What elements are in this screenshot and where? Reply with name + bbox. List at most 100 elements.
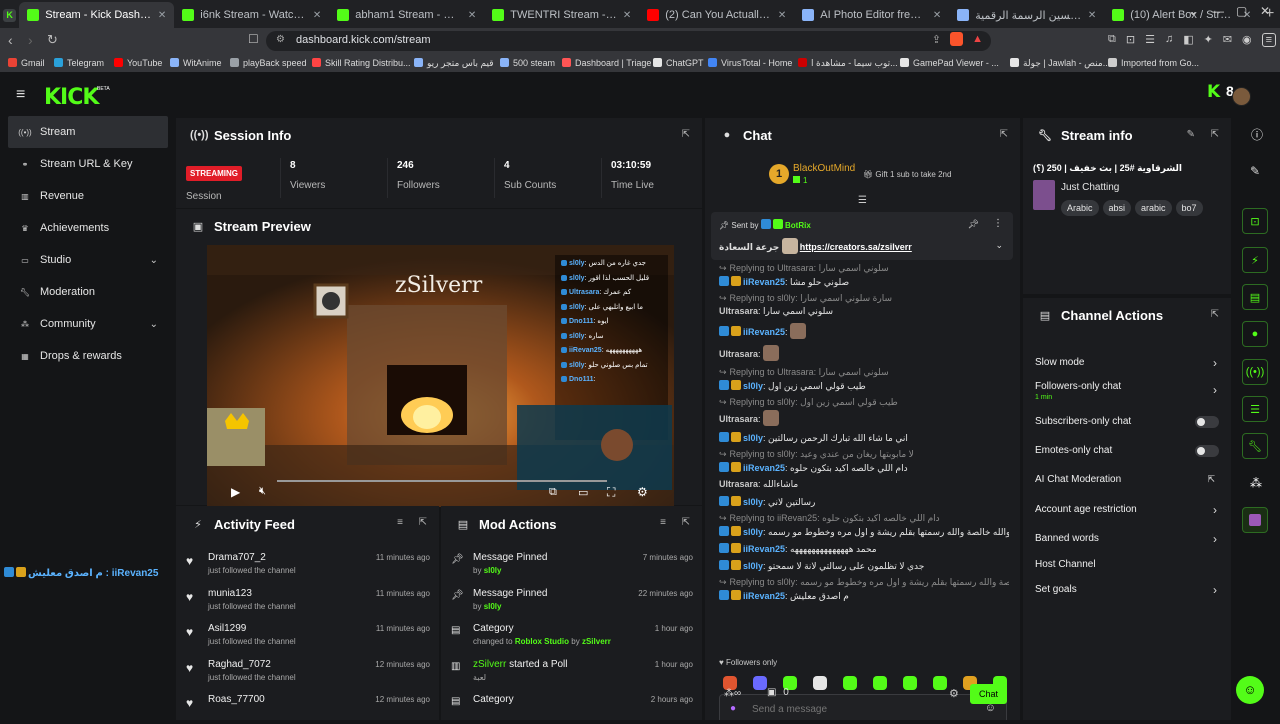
chat-message[interactable]: sl0ly: رسالتين لاني — [719, 496, 1009, 508]
stream-video[interactable]: zSilverr sl0ly: جدي غاره من الدس sl0ly: ق… — [207, 245, 674, 507]
chat-message[interactable]: sl0ly: طيب قولي اسمي زين اول — [719, 380, 1009, 392]
channel-points[interactable]: ▣ 0 — [767, 687, 789, 698]
stream-tag[interactable]: arabic — [1135, 200, 1172, 216]
sidebar-item-stream[interactable]: ((•)) Stream — [8, 116, 168, 148]
bookmark-item[interactable]: قيم باس متجر ريو — [414, 57, 494, 69]
chevron-down-icon[interactable]: ⌄ — [150, 255, 158, 266]
stream-tag[interactable]: bo7 — [1175, 200, 1203, 216]
sidebar-item-stream-url-key[interactable]: ⚭ Stream URL & Key — [0, 148, 174, 180]
popout-icon[interactable]: ⇱ — [682, 517, 690, 528]
emote-5[interactable] — [843, 675, 857, 690]
layout-tool-icon[interactable]: ☰ — [1242, 396, 1268, 422]
chat-message[interactable]: Ultrasara: سلوني اسمي سارا — [719, 306, 1009, 317]
bookmark-item[interactable]: جولة | Jawlah - منص... — [1010, 57, 1110, 69]
broadcast-tool-icon[interactable]: ((•)) — [1242, 359, 1268, 385]
popout-icon[interactable]: ⇱ — [1000, 129, 1008, 140]
chat-message[interactable]: iiRevan25: دام اللي خالصه اكيد بتكون حلو… — [719, 462, 1009, 474]
browser-tab[interactable]: abham1 Stream - Watch Live ✕ — [329, 2, 484, 28]
tab-list-icon[interactable]: ⌄ — [1188, 4, 1198, 18]
channel-action-subscribers-only-chat[interactable]: Subscribers-only chat — [1035, 416, 1221, 436]
url-bar[interactable]: ⚙ dashboard.kick.com/stream ⇪ ▲ — [266, 31, 991, 51]
sidebar-item-community[interactable]: ⁂ Community ⌄ — [0, 308, 174, 340]
close-tab-icon[interactable]: ✕ — [1088, 10, 1096, 21]
close-tab-icon[interactable]: ✕ — [933, 10, 941, 21]
chat-message[interactable]: iiRevan25: محمد ههههههههههههههه — [719, 543, 1009, 555]
expand-pinned-icon[interactable]: ⌄ — [995, 240, 1003, 251]
stream-tag[interactable]: Arabic — [1061, 200, 1099, 216]
close-tab-icon[interactable]: ✕ — [623, 10, 631, 21]
play-icon[interactable]: ▶ — [231, 485, 240, 499]
apps-icon[interactable]: ⁂ — [1250, 476, 1262, 490]
sidebar-item-achievements[interactable]: ♛ Achievements — [0, 212, 174, 244]
notes-tool-icon[interactable]: ▤ — [1242, 284, 1268, 310]
wrench-tool-icon[interactable]: 🔧︎ — [1242, 433, 1268, 459]
chat-message[interactable]: Ultrasara: ماشاءالله — [719, 479, 1009, 490]
chat-message[interactable]: sl0ly: اني ما شاء الله تبارك الرحمن رسال… — [719, 432, 1009, 444]
chat-message[interactable]: iiRevan25: صلوني حلو مشا — [719, 276, 1009, 288]
bookmark-item[interactable]: YouTube — [114, 58, 162, 68]
browser-tab[interactable]: (2) Can You Actually Beat Min ✕ — [639, 2, 794, 28]
translate-icon[interactable]: ✦ — [1204, 33, 1213, 47]
chat-filter-icon[interactable]: ☰ — [858, 195, 867, 206]
emote-7[interactable] — [903, 675, 917, 690]
extension-tool-icon[interactable] — [1242, 507, 1268, 533]
help-chat-button[interactable]: ☺ — [1236, 676, 1264, 704]
flash-tool-icon[interactable]: ⚡︎ — [1242, 247, 1268, 273]
close-tab-icon[interactable]: ✕ — [468, 10, 476, 21]
profile-icon[interactable]: ✉ — [1223, 33, 1232, 47]
screenshot-icon[interactable]: ⊡ — [1126, 33, 1135, 47]
bookmark-icon[interactable]: ☐ — [248, 32, 259, 46]
bookmark-item[interactable]: WitAnime — [170, 58, 222, 68]
emote-4[interactable] — [813, 675, 827, 690]
close-tab-icon[interactable]: ✕ — [778, 10, 786, 21]
channel-action-set-goals[interactable]: Set goals › — [1035, 583, 1221, 604]
channel-action-followers-only-chat[interactable]: Followers-only chat 1 min › — [1035, 381, 1221, 401]
gift-sub-text[interactable]: 🎁︎ Gift 1 sub to take 2nd — [863, 170, 951, 179]
chat-message[interactable]: Ultrasara: — [719, 410, 1009, 426]
close-tab-icon[interactable]: ✕ — [313, 10, 321, 21]
chat-input[interactable] — [752, 701, 972, 717]
bookmark-item[interactable]: GamePad Viewer - ... — [900, 58, 999, 68]
sidebar-icon[interactable]: ◧ — [1183, 33, 1193, 47]
tab-search-button[interactable]: K — [0, 2, 19, 28]
info-icon[interactable]: ⓘ — [1251, 126, 1263, 143]
toggle-switch[interactable] — [1195, 416, 1219, 428]
vpn-icon[interactable]: ◉ — [1242, 33, 1252, 47]
settings-icon[interactable]: ⚙ — [637, 485, 648, 499]
chat-message[interactable]: iiRevan25: م اصدق معليش — [719, 590, 1009, 602]
bookmark-item[interactable]: ChatGPT — [653, 58, 704, 68]
activity-item[interactable]: ♥ Drama707_2 just followed the channel 11 m… — [186, 552, 430, 582]
chevron-down-icon[interactable]: ⌄ — [150, 319, 158, 330]
edit-icon[interactable]: ✎ — [1187, 129, 1195, 140]
kick-logo[interactable]: KICK — [44, 85, 99, 110]
chat-message[interactable]: Ultrasara: — [719, 345, 1009, 361]
sidebar-item-drops-rewards[interactable]: ▦ Drops & rewards — [0, 340, 174, 372]
bookmark-item[interactable]: 500 steam — [500, 58, 555, 68]
mod-action-item[interactable]: 📌︎ Message Pinned by sl0ly 7 minutes ago — [451, 552, 693, 582]
bookmark-item[interactable]: playBack speed — [230, 58, 307, 68]
pinned-link[interactable]: https://creators.sa/zsilverr — [800, 242, 912, 252]
list-icon[interactable]: ☰ — [1145, 33, 1155, 47]
reload-button[interactable]: ↻ — [47, 32, 58, 48]
bookmark-item[interactable]: VirusTotal - Home — [708, 58, 792, 68]
bookmark-item[interactable]: توب سيما - مشاهدة ا... — [798, 57, 898, 69]
bookmark-item[interactable]: Telegram — [54, 58, 104, 68]
channel-action-slow-mode[interactable]: Slow mode › — [1035, 356, 1221, 377]
maximize-window-button[interactable]: ▢ — [1236, 4, 1247, 18]
send-chat-button[interactable]: Chat — [970, 684, 1007, 704]
pin-icon[interactable]: 📌︎ — [968, 219, 979, 230]
browser-tab[interactable]: TWENTRI Stream - Watch Liv ✕ — [484, 2, 639, 28]
channel-action-emotes-only-chat[interactable]: Emotes-only chat — [1035, 445, 1221, 465]
menu-icon[interactable]: ≡ — [1261, 33, 1277, 47]
emote-8[interactable] — [933, 675, 947, 690]
toggle-switch[interactable] — [1195, 445, 1219, 457]
music-icon[interactable]: ♫ — [1165, 33, 1173, 47]
bookmark-item[interactable]: Imported from Go... — [1108, 58, 1199, 68]
chat-message[interactable]: sl0ly: والله خالصة والله رسمتها بقلم ريش… — [719, 526, 1009, 538]
hamburger-menu-icon[interactable]: ≡ — [16, 86, 25, 104]
stream-tag[interactable]: absi — [1102, 200, 1132, 216]
popout-icon[interactable]: ⇱ — [1211, 309, 1219, 320]
close-window-button[interactable]: ✕ — [1260, 4, 1270, 18]
share-icon[interactable]: ⇪ — [932, 33, 941, 46]
site-info-icon[interactable]: ⚙ — [276, 34, 285, 45]
